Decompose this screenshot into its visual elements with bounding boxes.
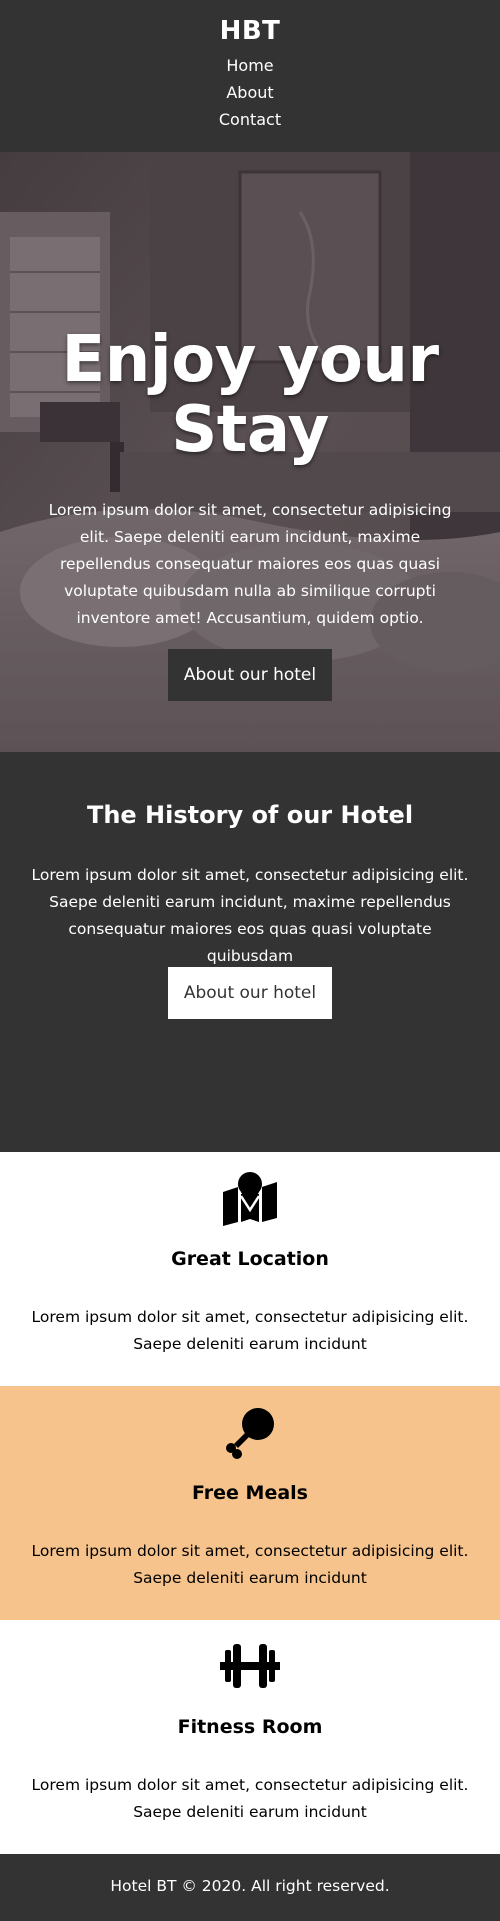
feature-fitness: Fitness Room Lorem ipsum dolor sit amet,… <box>0 1620 500 1854</box>
hero-description: Lorem ipsum dolor sit amet, consectetur … <box>48 501 452 627</box>
footer-copyright: Hotel BT © 2020. All right reserved. <box>110 1877 390 1895</box>
feature-meals-text: Lorem ipsum dolor sit amet, consectetur … <box>31 1542 469 1587</box>
history-section: The History of our Hotel Lorem ipsum dol… <box>0 752 500 1152</box>
feature-location-text: Lorem ipsum dolor sit amet, consectetur … <box>31 1308 469 1353</box>
map-marker-icon <box>223 1172 277 1226</box>
hero-section: Enjoy your Stay Lorem ipsum dolor sit am… <box>0 152 500 752</box>
feature-location-title: Great Location <box>171 1248 329 1270</box>
hero-title-line1: Enjoy your <box>61 323 440 397</box>
drumstick-icon <box>226 1408 274 1459</box>
feature-meals-title: Free Meals <box>192 1482 308 1504</box>
nav-contact-link[interactable]: Contact <box>0 110 500 129</box>
nav-home-link[interactable]: Home <box>0 56 500 75</box>
hero-about-button[interactable]: About our hotel <box>168 649 332 701</box>
feature-location: Great Location Lorem ipsum dolor sit ame… <box>0 1152 500 1386</box>
history-description: Lorem ipsum dolor sit amet, consectetur … <box>31 866 469 965</box>
feature-fitness-title: Fitness Room <box>177 1716 323 1738</box>
history-about-button[interactable]: About our hotel <box>168 967 332 1019</box>
feature-meals: Free Meals Lorem ipsum dolor sit amet, c… <box>0 1386 500 1620</box>
hero-title: Enjoy your Stay <box>0 325 500 465</box>
site-header: HBT Home About Contact <box>0 0 500 152</box>
nav-about-link[interactable]: About <box>0 83 500 102</box>
feature-fitness-text: Lorem ipsum dolor sit amet, consectetur … <box>31 1776 469 1821</box>
hero-title-line2: Stay <box>171 393 329 467</box>
site-logo[interactable]: HBT <box>0 16 500 46</box>
history-title: The History of our Hotel <box>86 801 414 829</box>
dumbbell-icon <box>220 1644 280 1688</box>
site-footer: Hotel BT © 2020. All right reserved. <box>0 1854 500 1921</box>
